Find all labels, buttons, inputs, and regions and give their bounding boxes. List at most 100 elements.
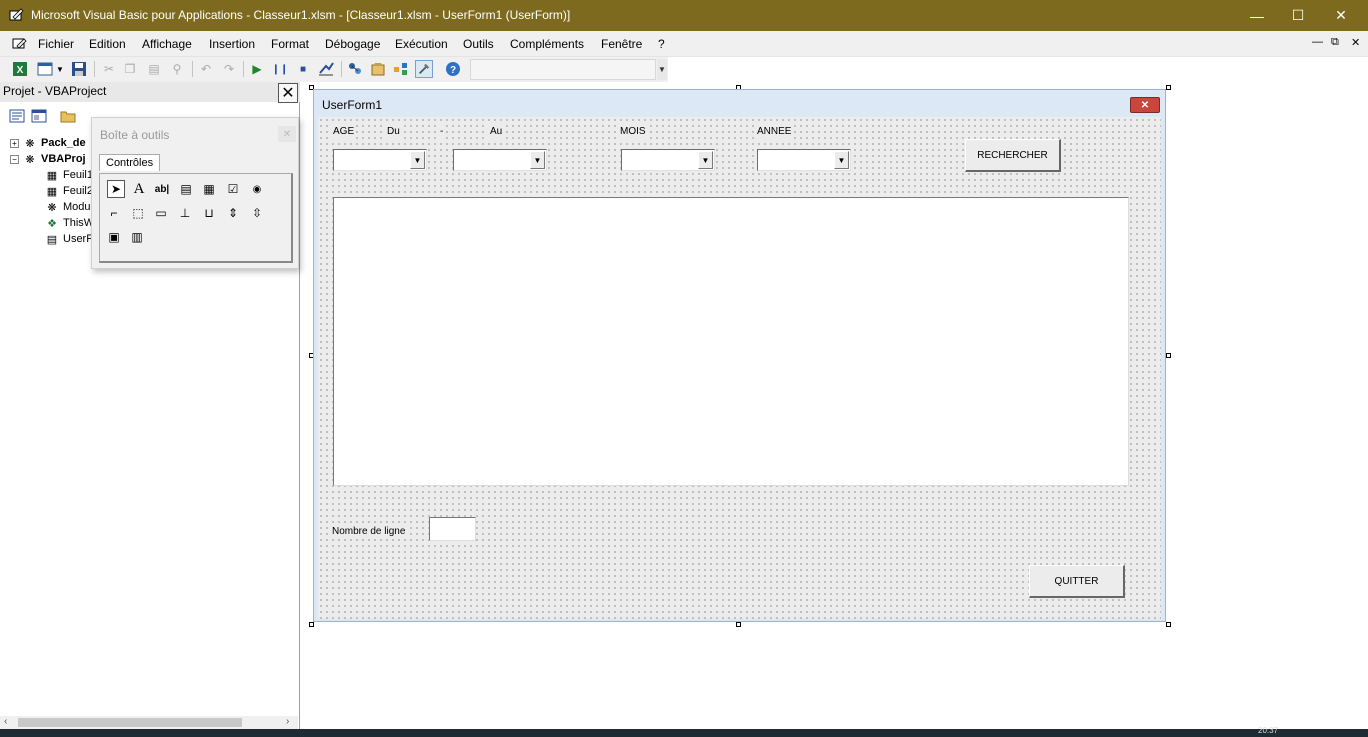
multipage-tool[interactable]: ⊔ <box>200 204 218 222</box>
menu-format[interactable]: Format <box>271 37 309 51</box>
scrollbar-tool[interactable]: ⇕ <box>224 204 242 222</box>
tree-item-feuil2[interactable]: ▦ Feuil2 <box>45 183 93 199</box>
frame-tool[interactable]: ⬚ <box>129 204 147 222</box>
combobox-age-au[interactable]: ▼ <box>453 149 547 171</box>
userform-client-area[interactable]: AGE Du - Au MOIS ANNEE ▼ ▼ ▼ ▼ RECHERCHE… <box>318 117 1161 619</box>
menu-fichier[interactable]: Fichier <box>38 37 74 51</box>
rechercher-button[interactable]: RECHERCHER <box>965 139 1061 172</box>
spinbutton-tool[interactable]: ⇳ <box>248 204 266 222</box>
image-tool[interactable]: ▣ <box>105 228 123 246</box>
project-panel-close-button[interactable]: ✕ <box>278 83 298 103</box>
insert-userform-icon[interactable] <box>36 60 54 78</box>
combobox-tool[interactable]: ▤ <box>177 180 195 198</box>
toolbox-close-button[interactable]: ✕ <box>278 126 296 142</box>
label-au[interactable]: Au <box>488 124 505 139</box>
userform-close-button[interactable]: ✕ <box>1130 97 1160 113</box>
resize-handle[interactable] <box>1166 353 1171 358</box>
undo-icon[interactable]: ↶ <box>197 60 215 78</box>
chevron-down-icon[interactable]: ▼ <box>834 151 849 169</box>
userform1[interactable]: UserForm1 ✕ AGE Du - Au MOIS ANNEE ▼ ▼ ▼… <box>313 89 1166 622</box>
menu-outils[interactable]: Outils <box>463 37 494 51</box>
chevron-down-icon[interactable]: ▼ <box>698 151 713 169</box>
horizontal-scrollbar[interactable]: ‹ › <box>0 716 298 729</box>
toolbox-icon[interactable] <box>415 60 433 78</box>
save-icon[interactable] <box>70 60 88 78</box>
project-explorer-icon[interactable] <box>346 60 364 78</box>
resize-handle[interactable] <box>309 622 314 627</box>
menu-debogage[interactable]: Débogage <box>325 37 380 51</box>
object-browser-icon[interactable] <box>392 60 410 78</box>
run-icon[interactable]: ▶ <box>248 60 266 78</box>
toolbar-options-icon[interactable]: ▼ <box>657 59 667 80</box>
label-tool[interactable]: A <box>130 180 148 198</box>
combobox-age-du[interactable]: ▼ <box>333 149 427 171</box>
label-du[interactable]: Du <box>385 124 402 139</box>
reset-icon[interactable]: ■ <box>294 60 312 78</box>
optionbutton-tool[interactable]: ◉ <box>248 180 266 198</box>
find-icon[interactable]: ⚲ <box>168 60 186 78</box>
menu-edition[interactable]: Edition <box>89 37 126 51</box>
nombre-de-ligne-textbox[interactable] <box>429 517 476 541</box>
scroll-left-icon[interactable]: ‹ <box>4 716 7 727</box>
mdi-close-icon[interactable]: ✕ <box>1351 36 1360 49</box>
scroll-right-icon[interactable]: › <box>286 716 289 727</box>
togglebutton-tool[interactable]: ⌐ <box>105 204 123 222</box>
break-icon[interactable]: ❙❙ <box>271 60 289 78</box>
tree-item-vbaproject[interactable]: − ❋ VBAProj <box>10 151 86 167</box>
checkbox-tool[interactable]: ☑ <box>224 180 242 198</box>
combobox-annee[interactable]: ▼ <box>757 149 851 171</box>
menu-execution[interactable]: Exécution <box>395 37 448 51</box>
quitter-button[interactable]: QUITTER <box>1029 565 1125 598</box>
listbox-tool[interactable]: ▦ <box>200 180 218 198</box>
textbox-tool[interactable]: ab| <box>153 180 171 198</box>
tree-item-feuil1[interactable]: ▦ Feuil1 <box>45 167 93 183</box>
mdi-minimize-icon[interactable]: — <box>1312 36 1323 48</box>
tree-item-module[interactable]: ❋ Modu <box>45 199 90 215</box>
design-mode-icon[interactable] <box>317 60 335 78</box>
tab-controles[interactable]: Contrôles <box>99 154 161 171</box>
scrollbar-thumb[interactable] <box>18 718 242 727</box>
excel-icon[interactable]: X <box>11 60 29 78</box>
minimize-button[interactable]: — <box>1234 0 1280 31</box>
tabstrip-tool[interactable]: ⊥ <box>176 204 194 222</box>
combobox-mois[interactable]: ▼ <box>621 149 715 171</box>
toggle-folders-icon[interactable] <box>60 108 76 124</box>
pointer-tool[interactable]: ➤ <box>107 180 125 198</box>
maximize-button[interactable]: ☐ <box>1275 0 1321 31</box>
view-code-icon[interactable] <box>9 108 25 124</box>
label-nombre-de-ligne[interactable]: Nombre de ligne <box>330 524 408 539</box>
collapse-icon[interactable]: − <box>10 154 19 164</box>
cut-icon[interactable]: ✂ <box>100 60 118 78</box>
resize-handle[interactable] <box>736 622 741 627</box>
menu-affichage[interactable]: Affichage <box>142 37 192 51</box>
chevron-down-icon[interactable]: ▼ <box>410 151 425 169</box>
chevron-down-icon[interactable]: ▼ <box>530 151 545 169</box>
resize-handle[interactable] <box>1166 622 1171 627</box>
label-dash[interactable]: - <box>438 124 446 139</box>
system-menu-icon[interactable] <box>12 36 28 52</box>
label-age[interactable]: AGE <box>331 124 357 139</box>
help-icon[interactable]: ? <box>444 60 462 78</box>
menu-insertion[interactable]: Insertion <box>209 37 255 51</box>
mdi-restore-icon[interactable]: ⧉ <box>1331 36 1339 49</box>
tree-item-userform[interactable]: ▤ UserF <box>45 231 93 247</box>
tree-item-pack[interactable]: + ❋ Pack_de <box>10 135 86 151</box>
properties-icon[interactable] <box>369 60 387 78</box>
dropdown-arrow-icon[interactable]: ▼ <box>55 60 65 78</box>
menu-fenetre[interactable]: Fenêtre <box>601 37 642 51</box>
resize-handle[interactable] <box>1166 85 1171 90</box>
expand-icon[interactable]: + <box>10 138 19 148</box>
commandbutton-tool[interactable]: ▭ <box>152 204 170 222</box>
label-mois[interactable]: MOIS <box>618 124 648 139</box>
label-annee[interactable]: ANNEE <box>755 124 794 139</box>
view-object-icon[interactable] <box>31 108 47 124</box>
copy-icon[interactable]: ❐ <box>121 60 139 78</box>
refedit-tool[interactable]: ▥ <box>128 228 146 246</box>
menu-help[interactable]: ? <box>658 37 665 51</box>
menu-complements[interactable]: Compléments <box>510 37 584 51</box>
paste-icon[interactable]: ▤ <box>145 60 163 78</box>
tree-item-thisworkbook[interactable]: ❖ ThisW <box>45 215 94 231</box>
close-button[interactable]: ✕ <box>1318 0 1364 31</box>
results-listbox[interactable] <box>333 197 1129 486</box>
redo-icon[interactable]: ↷ <box>220 60 238 78</box>
